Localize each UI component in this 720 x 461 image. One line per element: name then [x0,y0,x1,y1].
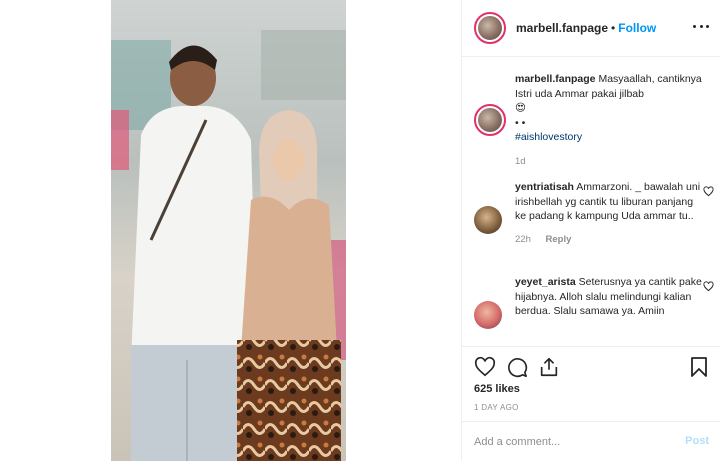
comment-icon[interactable] [506,356,528,378]
comment-username[interactable]: yeyet_arista [515,276,576,288]
reply-button[interactable]: Reply [546,234,572,245]
share-icon[interactable] [538,356,560,378]
post-side-panel: marbell.fanpage • Follow marbell.fanpage… [461,0,720,461]
post-comment-button[interactable]: Post [685,435,709,447]
post-photo[interactable] [111,0,346,461]
add-comment-input[interactable] [474,433,664,451]
comments-list[interactable]: marbell.fanpage Masyaallah, cantiknya Is… [462,58,720,345]
likes-count[interactable]: 625 likes [474,383,520,395]
like-comment-icon[interactable] [703,186,714,197]
caption-avatar[interactable] [474,104,506,136]
commenter-avatar[interactable] [474,206,502,234]
post-media [0,0,461,461]
comment-time[interactable]: 22h [515,234,531,245]
more-options-icon[interactable] [693,18,709,34]
comment-username[interactable]: yentriatisah [515,181,574,193]
like-icon[interactable] [474,356,496,378]
author-username[interactable]: marbell.fanpage [516,21,608,35]
follow-button[interactable]: Follow [618,21,656,35]
caption-hashtag[interactable]: #aishlovestory [515,131,582,143]
author-avatar[interactable] [474,12,506,44]
header-separator: • [611,21,616,35]
post-age[interactable]: 1 DAY AGO [474,403,519,412]
post-actions: 625 likes 1 DAY AGO [462,346,720,426]
post-header: marbell.fanpage • Follow [462,0,720,57]
commenter-avatar[interactable] [474,301,502,329]
caption-username[interactable]: marbell.fanpage [515,73,596,85]
add-comment-bar: Post [462,421,720,461]
caption-time[interactable]: 1d [515,156,526,167]
caption-emoji: 😍 [515,102,526,114]
caption-dots: • • [515,116,526,129]
bookmark-icon[interactable] [689,356,709,378]
like-comment-icon[interactable] [703,281,714,292]
photo-illustration [111,0,346,461]
